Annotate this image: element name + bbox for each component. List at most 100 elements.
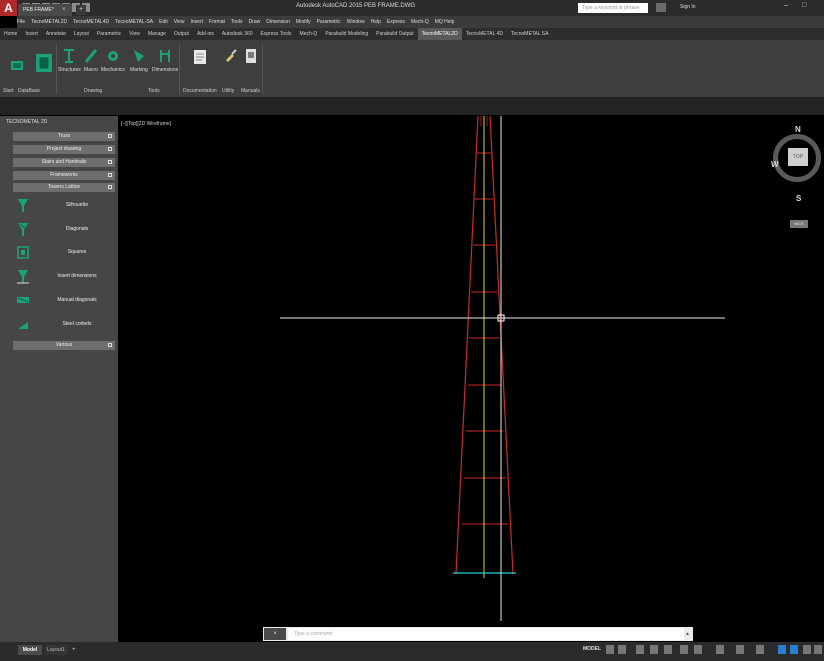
palette-section-towers[interactable]: Towers Lattice [13,183,115,192]
menu-item-tecnometal2d[interactable]: TecnoMETAL2D [31,19,67,25]
palette-section-project-drawing[interactable]: Project drawing [13,145,115,154]
marking-button[interactable]: Marking [130,48,148,73]
macro-button[interactable]: Macro [84,48,98,73]
close-tab-icon[interactable]: × [62,4,70,16]
menu-item-dimension[interactable]: Dimension [266,19,290,25]
start-icon [11,61,23,70]
expand-icon [108,147,112,151]
compass-west[interactable]: W [771,160,779,169]
isolate-objects-icon[interactable] [778,645,786,654]
transparency-icon[interactable] [694,645,702,654]
maximize-button[interactable]: □ [802,2,806,9]
start-button[interactable] [10,58,24,77]
ribbon-tab-view[interactable]: View [125,28,144,40]
palette-section-truss[interactable]: Truss [13,132,115,141]
new-tab-button[interactable]: + [76,5,86,15]
annotation-scale-icon[interactable] [716,645,724,654]
ribbon-tab-mech-q[interactable]: Mech-Q [296,28,322,40]
minimize-button[interactable]: – [784,2,788,9]
ribbon-tab-parabuild-modeling[interactable]: Parabuild Modeling [321,28,372,40]
ribbon-tab-home[interactable]: Home [0,28,21,40]
menu-item-insert[interactable]: Insert [191,19,204,25]
compass-south[interactable]: S [796,194,801,203]
grid-icon[interactable] [606,645,614,654]
menu-item-format[interactable]: Format [209,19,225,25]
menu-item-tools[interactable]: Tools [231,19,243,25]
ribbon-tab-parametric[interactable]: Parametric [93,28,125,40]
command-input[interactable]: Type a command [288,628,684,640]
workspace-icon[interactable] [756,645,764,654]
squares-icon [17,246,29,259]
tool-squares[interactable]: Squares [13,243,115,263]
documentation-button[interactable] [193,48,207,69]
lineweight-icon[interactable] [680,645,688,654]
menu-item-parametric[interactable]: Parametric [317,19,341,25]
palette-section-stairs[interactable]: Stairs and Handrails [13,158,115,167]
menu-item-file[interactable]: File [17,19,25,25]
ribbon-tab-tecnometal-sa[interactable]: TecnoMETAL SA [507,28,553,40]
layout1-tab[interactable]: Layout1 [44,645,68,655]
menu-item-draw[interactable]: Draw [249,19,261,25]
add-layout-button[interactable]: + [72,645,80,655]
expand-icon [108,185,112,189]
ribbon-tab-parabuild-output[interactable]: Parabuild Output [372,28,418,40]
utility-button[interactable] [224,48,238,67]
menu-bar: File TecnoMETAL2D TecnoMETAL4D TecnoMETAL-S… [17,16,824,28]
structures-button[interactable]: Structures [58,48,81,73]
ribbon-tab-add-ins[interactable]: Add-ins [193,28,218,40]
expand-icon [108,134,112,138]
search-input[interactable]: Type a keyword or phrase [578,3,648,13]
mechanics-icon [107,51,118,61]
tool-steel-corbels[interactable]: Steel corbels [13,315,115,335]
autocad-logo-icon[interactable]: A [0,0,17,16]
ribbon-tab-insert[interactable]: Insert [21,28,42,40]
menu-item-mech-q[interactable]: Mech-Q [411,19,429,25]
ribbon-tab-autodesk-360[interactable]: Autodesk 360 [218,28,257,40]
viewcube-top-face[interactable]: TOP [788,148,808,166]
tool-insert-dimensions[interactable]: Insert dimensions [13,267,115,287]
wcs-menu[interactable]: WCS [790,220,808,228]
annotation-visibility-icon[interactable] [736,645,744,654]
model-tab[interactable]: Model [18,645,42,655]
customization-icon[interactable] [814,645,822,654]
compass-north[interactable]: N [795,125,801,134]
database-button[interactable] [36,54,52,75]
snap-icon[interactable] [618,645,626,654]
tool-diagonals[interactable]: Diagonals [13,220,115,240]
ribbon-tab-annotate[interactable]: Annotate [42,28,70,40]
sign-in-link[interactable]: Sign In [680,4,696,10]
command-line-close-icon[interactable]: × [264,628,286,640]
menu-item-express[interactable]: Express [387,19,405,25]
hardware-acceleration-icon[interactable] [790,645,798,654]
command-history-icon[interactable]: ▲ [685,628,693,640]
ribbon-tab-layout[interactable]: Layout [70,28,93,40]
ribbon-tab-tecnometal-4d[interactable]: TecnoMETAL 4D [462,28,507,40]
menu-item-modify[interactable]: Modify [296,19,311,25]
menu-item-tecnometal4d[interactable]: TecnoMETAL4D [73,19,109,25]
mechanics-button[interactable]: Mechanics [101,48,125,73]
dimensions-button[interactable]: Dimensions [152,48,178,73]
menu-item-tecnometal-sa[interactable]: TecnoMETAL-SA [115,19,153,25]
menu-item-edit[interactable]: Edit [159,19,168,25]
viewcube[interactable]: TOP N S W WCS [770,124,824,228]
polar-icon[interactable] [650,645,658,654]
menu-item-mq-help[interactable]: MQ Help [435,19,455,25]
palette-section-frameworks[interactable]: Frameworks [13,171,115,180]
tool-manual-diagonals[interactable]: Manual diagonals [13,291,115,311]
start-label: Start [3,88,14,94]
menu-item-window[interactable]: Window [347,19,365,25]
clean-screen-icon[interactable] [803,645,811,654]
palette-section-various[interactable]: Various [13,341,115,350]
account-icon[interactable] [656,3,666,12]
manuals-button[interactable] [244,48,258,67]
tool-silhouette[interactable]: Silhouette [13,196,115,216]
ribbon-tab-tecnometal2d[interactable]: TecnoMETAL2D [417,28,462,40]
ribbon-tab-express-tools[interactable]: Express Tools [256,28,295,40]
model-space-toggle[interactable]: MODEL [583,646,601,652]
osnap-icon[interactable] [664,645,672,654]
ribbon-tab-manage[interactable]: Manage [144,28,170,40]
menu-item-help[interactable]: Help [371,19,381,25]
ribbon-tab-output[interactable]: Output [170,28,193,40]
ortho-icon[interactable] [636,645,644,654]
menu-item-view[interactable]: View [174,19,185,25]
